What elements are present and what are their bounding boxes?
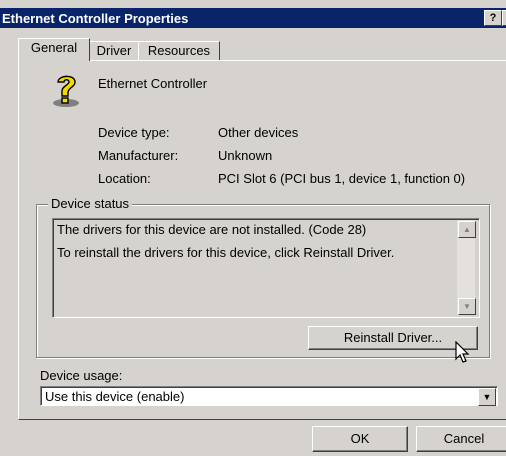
tab-general[interactable]: General (18, 38, 90, 61)
title-bar[interactable]: Ethernet Controller Properties ? X (0, 8, 506, 28)
device-usage-select[interactable]: Use this device (enable) ▼ (40, 386, 498, 406)
manufacturer-value: Unknown (218, 148, 273, 163)
status-line-1: The drivers for this device are not inst… (57, 222, 367, 237)
properties-dialog: Ethernet Controller Properties ? X Gener… (0, 0, 506, 456)
window-title: Ethernet Controller Properties (2, 11, 189, 26)
question-mark-device-icon (53, 75, 79, 107)
device-name: Ethernet Controller (98, 76, 208, 91)
chevron-down-icon[interactable]: ▼ (478, 388, 496, 406)
mouse-cursor-icon (455, 341, 470, 363)
location-label: Location: (98, 171, 151, 186)
reinstall-driver-button[interactable]: Reinstall Driver... (308, 326, 478, 350)
device-usage-value: Use this device (enable) (45, 389, 185, 404)
manufacturer-label: Manufacturer: (98, 148, 179, 163)
status-line-2: To reinstall the drivers for this device… (57, 245, 395, 260)
scroll-down-icon[interactable]: ▼ (458, 298, 476, 315)
location-value: PCI Slot 6 (PCI bus 1, device 1, functio… (218, 171, 466, 186)
tab-driver[interactable]: Driver (88, 41, 140, 60)
device-status-label: Device status (48, 196, 133, 211)
device-status-textbox[interactable]: The drivers for this device are not inst… (52, 218, 480, 318)
device-usage-label: Device usage: (40, 368, 123, 383)
ok-button[interactable]: OK (312, 426, 408, 452)
help-button[interactable]: ? (484, 10, 502, 26)
scroll-up-icon[interactable]: ▲ (458, 221, 476, 238)
cancel-button[interactable]: Cancel (416, 426, 506, 452)
device-type-label: Device type: (98, 125, 170, 140)
close-button[interactable]: X (502, 10, 506, 26)
tab-resources[interactable]: Resources (138, 41, 220, 60)
device-type-value: Other devices (218, 125, 299, 140)
